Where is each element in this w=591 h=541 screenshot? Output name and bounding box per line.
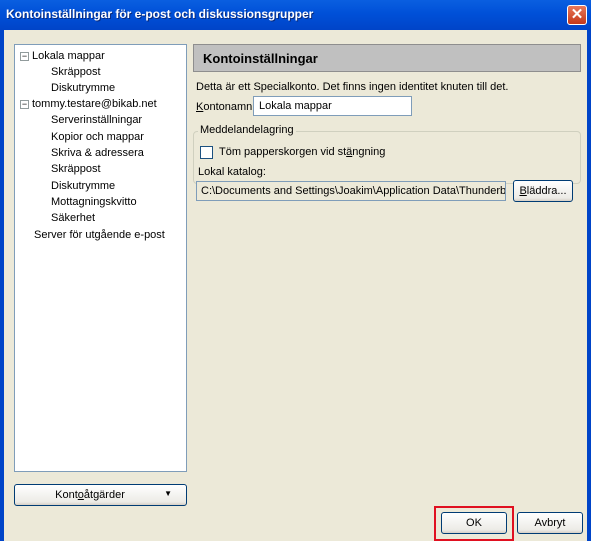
panel-header: Kontoinställningar (193, 44, 581, 72)
tree-item-receipts[interactable]: Mottagningskvitto (51, 195, 137, 209)
local-directory-field[interactable]: C:\Documents and Settings\Joakim\Applica… (196, 181, 506, 201)
tree-item-outgoing-server[interactable]: Server för utgående e-post (34, 228, 165, 242)
account-name-input[interactable]: Lokala mappar (253, 96, 412, 116)
panel-title: Kontoinställningar (203, 51, 318, 66)
empty-trash-label[interactable]: Töm papperskorgen vid stängning (219, 146, 385, 158)
dropdown-arrow-icon: ▼ (164, 489, 172, 498)
tree-item-local-folders[interactable]: Lokala mappar (32, 49, 105, 63)
tree-item-disk-space-2[interactable]: Diskutrymme (51, 179, 115, 193)
message-storage-legend: Meddelandelagring (198, 124, 296, 136)
account-actions-label: Kontoåtgärder (55, 489, 125, 501)
tree-item-disk-space[interactable]: Diskutrymme (51, 81, 115, 95)
local-directory-label: Lokal katalog: (198, 166, 266, 178)
account-actions-button[interactable]: Kontoåtgärder ▼ (14, 484, 187, 506)
window-frame-left (0, 30, 4, 541)
account-tree[interactable]: − Lokala mappar Skräppost Diskutrymme − … (14, 44, 187, 472)
window-title: Kontoinställningar för e-post och diskus… (6, 7, 314, 21)
empty-trash-checkbox[interactable] (200, 146, 213, 159)
account-name-label: Kontonamn: (196, 101, 256, 113)
title-bar: Kontoinställningar för e-post och diskus… (0, 0, 591, 30)
tree-item-copies-folders[interactable]: Kopior och mappar (51, 130, 144, 144)
close-icon[interactable]: ✕ (567, 5, 587, 25)
browse-button[interactable]: Bläddra... (513, 180, 573, 202)
special-account-description: Detta är ett Specialkonto. Det finns ing… (196, 81, 509, 93)
tree-item-security[interactable]: Säkerhet (51, 211, 95, 225)
ok-highlight-box (434, 506, 514, 541)
collapse-icon[interactable]: − (20, 100, 29, 109)
tree-item-server-settings[interactable]: Serverinställningar (51, 113, 142, 127)
window-frame-right (587, 30, 591, 541)
collapse-icon[interactable]: − (20, 52, 29, 61)
tree-item-junk-2[interactable]: Skräppost (51, 162, 101, 176)
cancel-button[interactable]: Avbryt (517, 512, 583, 534)
tree-item-account[interactable]: tommy.testare@bikab.net (32, 97, 157, 111)
tree-item-junk[interactable]: Skräppost (51, 65, 101, 79)
tree-item-composition[interactable]: Skriva & adressera (51, 146, 144, 160)
